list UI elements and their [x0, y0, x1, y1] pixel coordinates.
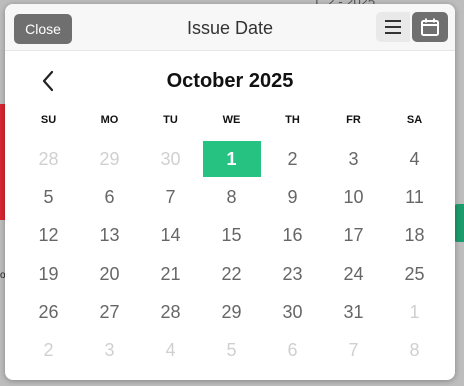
outside-month-day-cell[interactable]: 8 [384, 333, 445, 369]
day-cell[interactable]: 11 [384, 179, 445, 215]
day-cell[interactable]: 14 [140, 218, 201, 254]
weekday-label: TH [285, 114, 300, 126]
day-cell[interactable]: 25 [384, 256, 445, 292]
outside-month-day-cell[interactable]: 29 [79, 141, 140, 177]
list-icon [385, 20, 401, 22]
day-cell[interactable]: 29 [201, 295, 262, 331]
weekday-label: SU [40, 114, 57, 126]
day-cell[interactable]: 28 [140, 295, 201, 331]
outside-month-day-cell[interactable]: 2 [18, 333, 79, 369]
day-cell[interactable]: 26 [18, 295, 79, 331]
day-cell[interactable]: 27 [79, 295, 140, 331]
calendar-week-row: 26 27 28 29 30 31 1 [18, 295, 445, 333]
calendar-week-row: 12 13 14 15 16 17 18 [18, 218, 445, 256]
weekday-label: MO [100, 114, 119, 126]
outside-month-day-cell[interactable]: 5 [201, 333, 262, 369]
outside-month-day-cell[interactable]: 1 [384, 295, 445, 331]
weekday-label: SA [406, 114, 423, 126]
day-cell[interactable]: 13 [79, 218, 140, 254]
day-cell[interactable]: 6 [79, 179, 140, 215]
calendar-week-row: 2345678 [18, 333, 445, 371]
day-cell[interactable]: 30 [262, 295, 323, 331]
day-cell[interactable]: 12 [18, 218, 79, 254]
day-cell[interactable]: 4 [384, 141, 445, 177]
selected-day-cell[interactable]: 1 [202, 141, 261, 177]
weekday-label: FR [346, 114, 361, 126]
outside-month-day-cell[interactable]: 7 [323, 333, 384, 369]
day-cell[interactable]: 24 [323, 256, 384, 292]
outside-month-day-cell[interactable]: 30 [140, 141, 201, 177]
weekday-label: TU [163, 114, 178, 126]
day-cell[interactable]: 18 [384, 218, 445, 254]
day-cell[interactable]: 20 [79, 256, 140, 292]
view-toggle [376, 12, 448, 42]
month-label: October 2025 [166, 70, 294, 92]
day-cell[interactable]: 22 [201, 256, 262, 292]
outside-month-day-cell[interactable]: 4 [140, 333, 201, 369]
calendar-week-row: 19 20 21 22 23 24 25 [18, 256, 445, 294]
outside-month-day-cell[interactable]: 6 [262, 333, 323, 369]
day-cell[interactable]: 15 [201, 218, 262, 254]
day-cell[interactable]: 9 [262, 179, 323, 215]
date-picker-modal: Close Issue Date October 2025 SU MO TU W… [5, 4, 455, 380]
modal-header: Close Issue Date [5, 4, 455, 51]
day-cell[interactable]: 19 [18, 256, 79, 292]
day-cell[interactable]: 23 [262, 256, 323, 292]
weekday-header: SU MO TU WE TH FR SA [18, 114, 445, 130]
day-cell[interactable]: 16 [262, 218, 323, 254]
outside-month-day-cell[interactable]: 28 [18, 141, 79, 177]
calendar-week-row: 28 29 30 1 2 3 4 [18, 141, 445, 179]
weekday-label: WE [222, 114, 241, 126]
day-cell[interactable]: 5 [18, 179, 79, 215]
outside-month-day-cell[interactable]: 3 [79, 333, 140, 369]
list-view-button[interactable] [376, 12, 410, 42]
day-cell[interactable]: 17 [323, 218, 384, 254]
calendar-week-row: 5 6 7 8 9 10 11 [18, 179, 445, 217]
calendar-icon [421, 18, 439, 36]
day-cell[interactable]: 3 [323, 141, 384, 177]
day-cell[interactable]: 7 [140, 179, 201, 215]
calendar-view-button[interactable] [412, 12, 448, 42]
day-cell[interactable]: 2 [262, 141, 323, 177]
day-cell[interactable]: 21 [140, 256, 201, 292]
calendar-nav: October 2025 [5, 60, 455, 100]
day-cell[interactable]: 8 [201, 179, 262, 215]
day-cell[interactable]: 10 [323, 179, 384, 215]
day-cell[interactable]: 31 [323, 295, 384, 331]
day-grid: 28 29 30 1 2 3 4 5 6 7 8 9 10 11 12 13 14 15 16 17 18 19 20 21 2… [18, 141, 445, 371]
